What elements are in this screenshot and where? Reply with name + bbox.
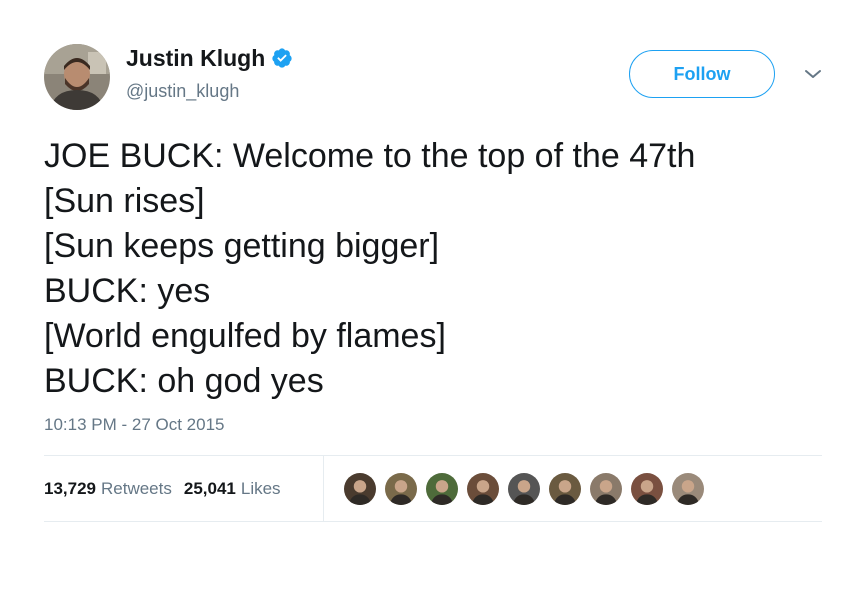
tweet-line: [Sun keeps getting bigger] — [44, 227, 440, 265]
liker-avatar-icon — [549, 473, 581, 505]
liker-avatar[interactable] — [342, 471, 378, 507]
chevron-down-icon[interactable] — [802, 66, 824, 82]
author-display-name[interactable]: Justin Klugh — [126, 44, 265, 72]
likes-count: 25,041 — [183, 479, 236, 498]
tweet-line: BUCK: oh god yes — [44, 362, 324, 400]
liker-avatar[interactable] — [547, 471, 583, 507]
tweet-stats: 13,729 Retweets 25,041 Likes — [44, 478, 293, 500]
liker-avatar[interactable] — [465, 471, 501, 507]
author-handle[interactable]: @justin_klugh — [126, 80, 239, 102]
retweets-label: Retweets — [101, 479, 172, 498]
verified-badge-icon — [272, 48, 292, 68]
tweet-text: JOE BUCK: Welcome to the top of the 47th… — [44, 134, 844, 404]
liker-avatar-icon — [467, 473, 499, 505]
liker-avatar-icon — [590, 473, 622, 505]
likes-stat[interactable]: 25,041 Likes — [184, 478, 281, 500]
tweet-card: Justin Klugh @justin_klugh Follow JOE BU… — [0, 0, 864, 593]
liker-avatar-icon — [344, 473, 376, 505]
tweet-line: BUCK: yes — [44, 272, 211, 310]
tweet-line: [Sun rises] — [44, 182, 205, 220]
liker-avatar[interactable] — [629, 471, 665, 507]
divider — [44, 521, 822, 522]
liker-avatar-icon — [631, 473, 663, 505]
author-avatar[interactable] — [44, 44, 110, 110]
divider — [323, 456, 324, 521]
tweet-line: [World engulfed by flames] — [44, 317, 446, 355]
retweets-stat[interactable]: 13,729 Retweets — [44, 478, 172, 500]
likes-label: Likes — [240, 479, 281, 498]
profile-photo-icon — [44, 44, 110, 110]
retweets-count: 13,729 — [44, 479, 96, 498]
liker-avatar[interactable] — [588, 471, 624, 507]
liker-avatar[interactable] — [383, 471, 419, 507]
liker-avatar-icon — [385, 473, 417, 505]
author-name-row: Justin Klugh — [126, 44, 293, 72]
divider — [44, 455, 822, 456]
liker-avatar-icon — [508, 473, 540, 505]
liker-avatar[interactable] — [424, 471, 460, 507]
liker-avatar-icon — [672, 473, 704, 505]
liker-avatar[interactable] — [506, 471, 542, 507]
liker-avatar-icon — [426, 473, 458, 505]
tweet-line: JOE BUCK: Welcome to the top of the 47th — [44, 137, 696, 175]
liker-avatar[interactable] — [670, 471, 706, 507]
follow-button[interactable]: Follow — [629, 50, 775, 98]
tweet-timestamp[interactable]: 10:13 PM - 27 Oct 2015 — [44, 414, 225, 436]
